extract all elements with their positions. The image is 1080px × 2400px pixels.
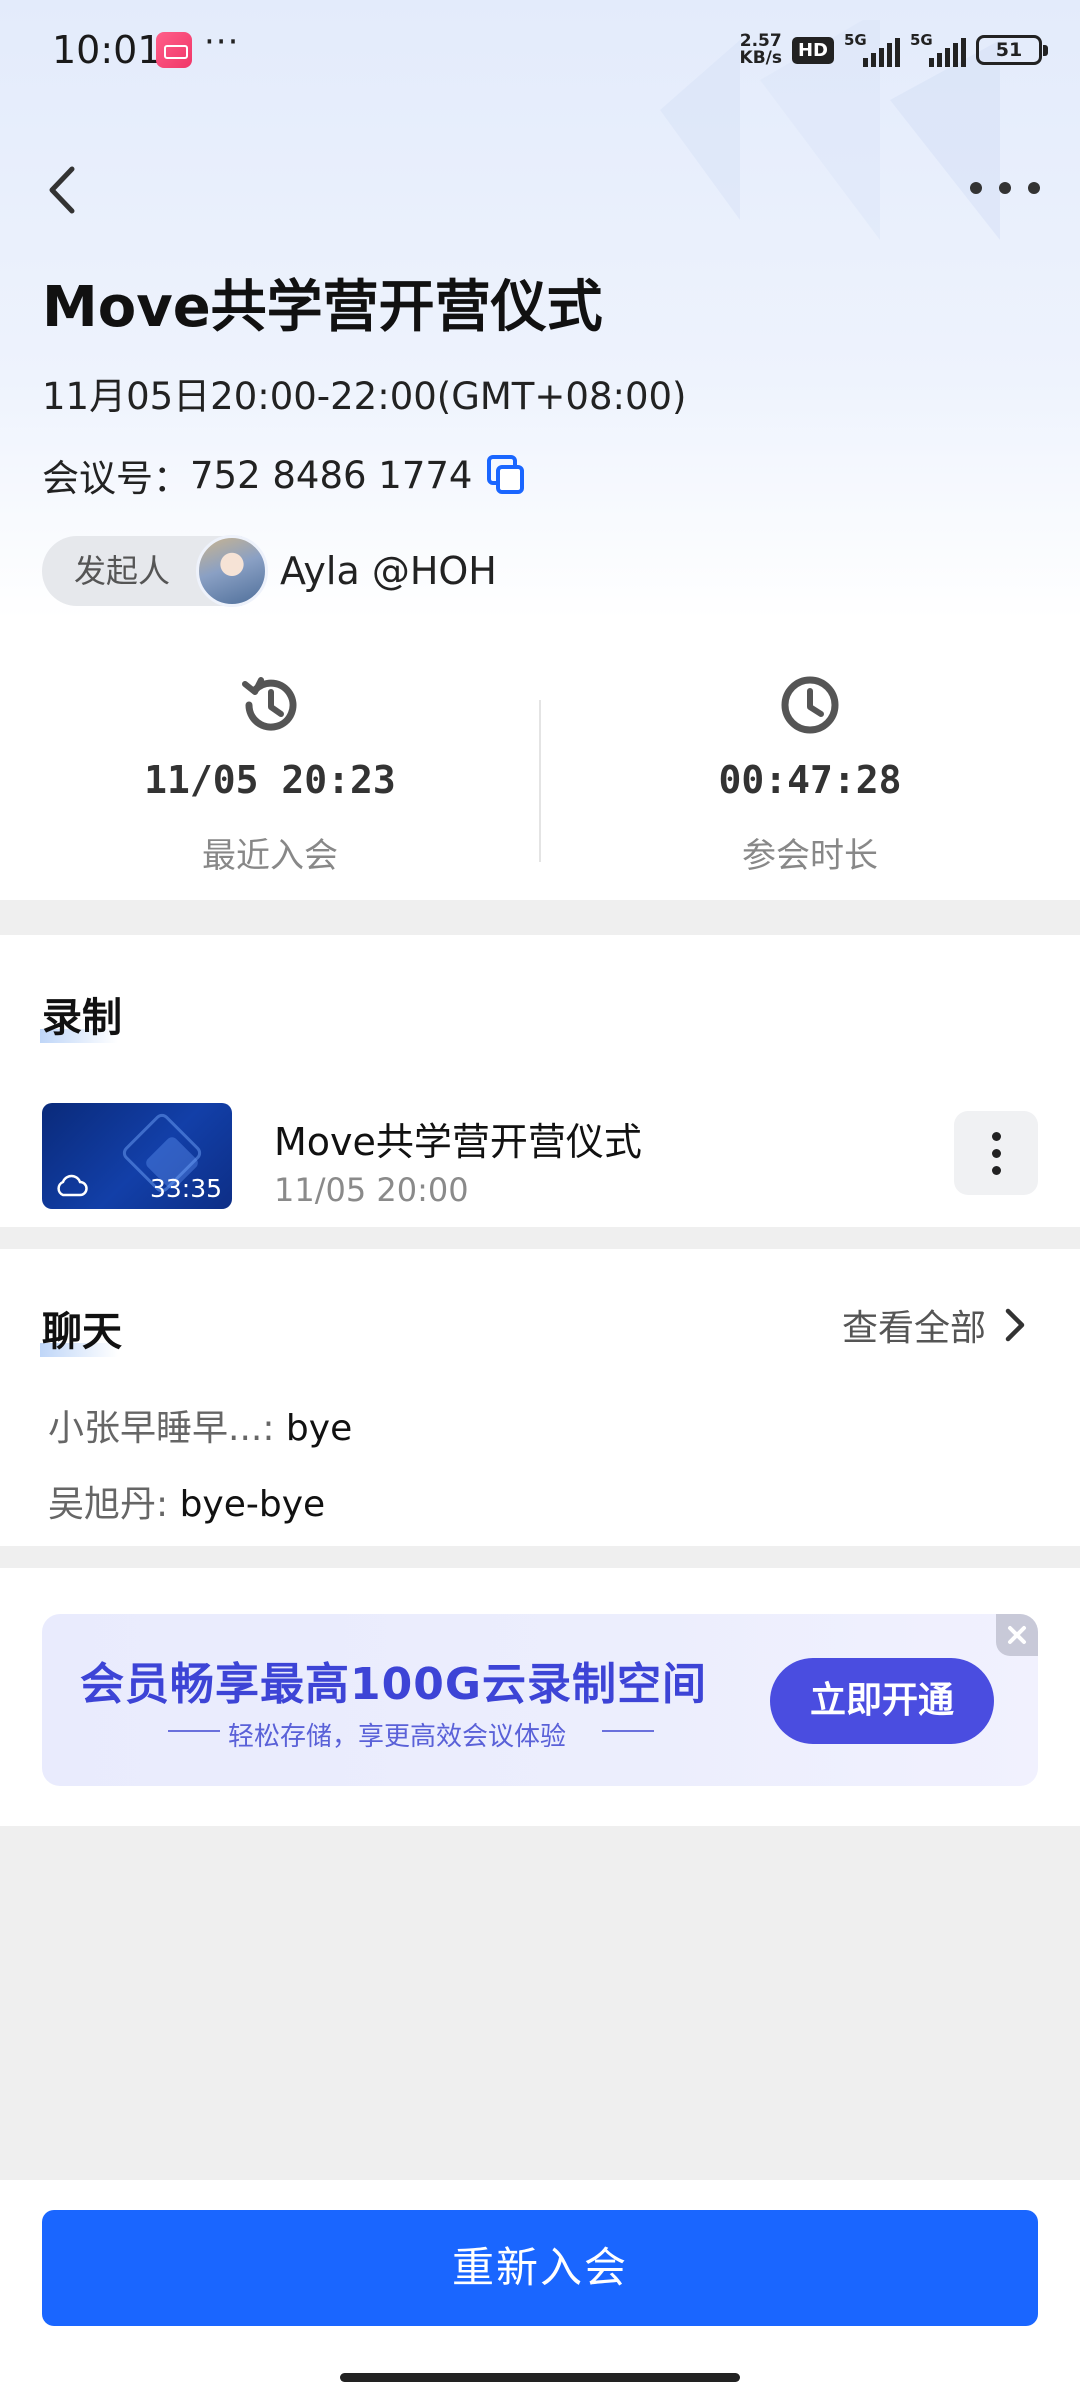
chat-section-title: 聊天 <box>40 1309 122 1357</box>
stat-recent-join: 11/05 20:23 最近入会 <box>0 660 540 890</box>
rejoin-meeting-button[interactable]: 重新入会 <box>42 2210 1038 2326</box>
more-options-button[interactable] <box>970 168 1040 208</box>
status-more-dots: ··· <box>204 22 240 62</box>
recording-date: 11/05 20:00 <box>274 1171 469 1209</box>
promo-section: 会员畅享最高100G云录制空间 轻松存储，享更高效会议体验 立即开通 <box>0 1568 1080 1826</box>
status-indicators: 2.57 KB/s HD 5G 5G 51 <box>739 30 1048 70</box>
hd-icon: HD <box>791 36 834 64</box>
meeting-datetime: 11月05日20:00-22:00(GMT+08:00) <box>42 375 687 418</box>
close-icon <box>1008 1626 1026 1644</box>
recording-section: 录制 33:35 Move共学营开营仪式 11/05 20:00 <box>0 935 1080 1227</box>
membership-banner[interactable]: 会员畅享最高100G云录制空间 轻松存储，享更高效会议体验 立即开通 <box>42 1614 1038 1786</box>
activate-now-button[interactable]: 立即开通 <box>770 1658 994 1744</box>
dot <box>999 182 1011 194</box>
stat-duration: 00:47:28 参会时长 <box>540 660 1080 890</box>
bilibili-app-icon <box>156 32 192 68</box>
recording-more-button[interactable] <box>954 1111 1038 1195</box>
chevron-left-icon <box>49 166 75 214</box>
dot <box>970 182 982 194</box>
meeting-stats: 11/05 20:23 最近入会 00:47:28 参会时长 <box>0 660 1080 890</box>
bottom-action-bar: 重新入会 <box>0 2180 1080 2400</box>
signal-icon-2: 5G <box>910 31 966 67</box>
recording-section-title: 录制 <box>40 995 122 1043</box>
dot <box>1028 182 1040 194</box>
cloud-icon <box>57 1174 88 1197</box>
recording-thumbnail[interactable]: 33:35 <box>42 1103 232 1209</box>
chevron-right-icon <box>1005 1308 1025 1342</box>
meeting-id-value: 752 8486 1774 <box>190 453 473 497</box>
meeting-title: Move共学营开营仪式 <box>42 275 603 340</box>
recording-duration: 33:35 <box>149 1174 222 1203</box>
host-row: 发起人 Ayla @HOH <box>42 535 497 607</box>
duration-label: 参会时长 <box>742 836 878 876</box>
battery-icon: 51 <box>976 35 1048 65</box>
recording-title[interactable]: Move共学营开营仪式 <box>274 1111 642 1166</box>
status-bar: 10:01 ··· 2.57 KB/s HD 5G 5G 51 <box>0 0 1080 100</box>
recent-join-value: 11/05 20:23 <box>144 758 396 802</box>
host-avatar[interactable] <box>196 535 268 607</box>
promo-subtitle: 轻松存储，享更高效会议体验 <box>228 1722 567 1752</box>
view-all-chat-button[interactable]: 查看全部 <box>842 1299 1026 1351</box>
close-banner-button[interactable] <box>996 1614 1038 1656</box>
back-button[interactable] <box>38 155 88 225</box>
chat-section: 聊天 查看全部 小张早睡早...: bye 吴旭丹: bye-bye <box>0 1249 1080 1546</box>
recent-join-label: 最近入会 <box>202 836 338 876</box>
status-time: 10:01 <box>52 28 162 72</box>
clock-icon <box>781 676 839 734</box>
promo-title: 会员畅享最高100G云录制空间 <box>80 1659 707 1710</box>
meeting-id-label: 会议号： <box>42 457 190 500</box>
duration-value: 00:47:28 <box>718 758 902 802</box>
meeting-header: 10:01 ··· 2.57 KB/s HD 5G 5G 51 Move共学营开… <box>0 0 1080 900</box>
view-all-label: 查看全部 <box>841 1308 986 1349</box>
chat-message: 小张早睡早...: bye <box>48 1408 353 1449</box>
home-indicator[interactable] <box>340 2373 740 2382</box>
net-speed: 2.57 KB/s <box>739 31 782 68</box>
signal-icon: 5G <box>844 31 900 67</box>
meeting-id-row: 会议号： 752 8486 1774 <box>42 448 526 502</box>
history-icon <box>242 677 297 731</box>
chat-message: 吴旭丹: bye-bye <box>48 1484 326 1525</box>
copy-icon[interactable] <box>486 454 526 496</box>
meeting-detail-page: 10:01 ··· 2.57 KB/s HD 5G 5G 51 Move共学营开… <box>0 0 1080 2400</box>
host-name: Ayla @HOH <box>280 549 497 593</box>
